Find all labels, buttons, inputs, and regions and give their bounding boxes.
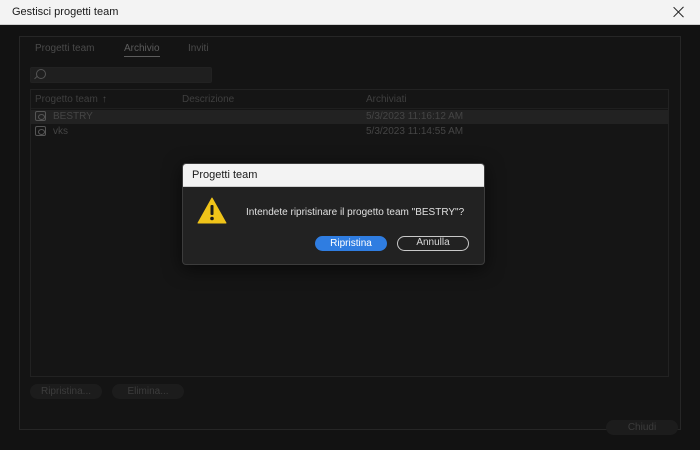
dialog-restore-button[interactable]: Ripristina [315, 236, 387, 251]
dialog-message: Intendete ripristinare il progetto team … [246, 207, 465, 218]
warning-icon [197, 197, 227, 224]
search-icon [36, 69, 46, 79]
table-row[interactable]: BESTRY 5/3/2023 11:16:12 AM [31, 110, 668, 124]
dialog-cancel-button[interactable]: Annulla [397, 236, 469, 251]
row-archived-date: 5/3/2023 11:16:12 AM [366, 111, 464, 122]
window-title: Gestisci progetti team [12, 6, 119, 18]
row-project-name: vks [53, 126, 68, 137]
team-project-icon [35, 126, 46, 136]
dialog-title-bar: Progetti team [183, 164, 484, 187]
sort-ascending-icon: ↑ [101, 94, 107, 105]
close-button[interactable]: Chiudi [606, 420, 678, 435]
window-title-bar: Gestisci progetti team [0, 0, 700, 25]
table-row[interactable]: vks 5/3/2023 11:14:55 AM [31, 125, 668, 139]
tab-archivio[interactable]: Archivio [124, 43, 160, 57]
column-header-description[interactable]: Descrizione [182, 94, 234, 105]
restore-button[interactable]: Ripristina... [30, 384, 102, 399]
tab-inviti[interactable]: Inviti [188, 43, 209, 54]
close-icon[interactable] [672, 5, 686, 19]
team-project-icon [35, 111, 46, 121]
search-input[interactable] [30, 67, 212, 83]
dialog-title: Progetti team [192, 169, 258, 181]
table-header: Progetto team ↑ Descrizione Archiviati [31, 90, 668, 109]
restore-confirm-dialog: Progetti team Intendete ripristinare il … [182, 163, 485, 265]
row-project-name: BESTRY [53, 111, 93, 122]
delete-button[interactable]: Elimina... [112, 384, 184, 399]
row-archived-date: 5/3/2023 11:14:55 AM [366, 126, 464, 137]
column-header-project[interactable]: Progetto team ↑ [35, 94, 107, 105]
column-header-archived[interactable]: Archiviati [366, 94, 407, 105]
tab-progetti-team[interactable]: Progetti team [35, 43, 94, 54]
